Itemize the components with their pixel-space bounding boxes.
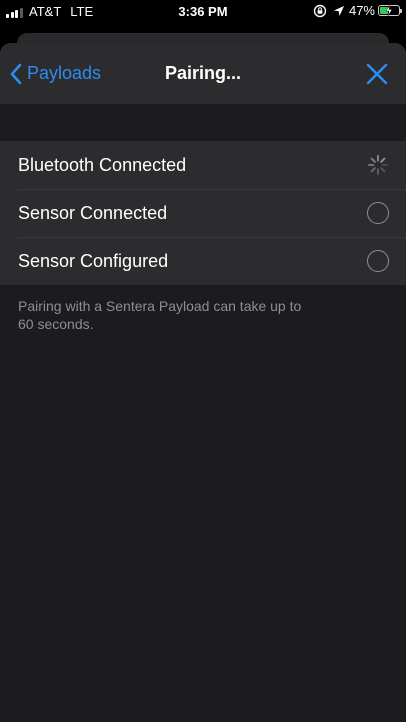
step-sensor-connected: Sensor Connected	[0, 189, 406, 237]
pairing-info-text: Pairing with a Sentera Payload can take …	[18, 298, 302, 332]
status-right: 47%	[313, 3, 402, 18]
step-sensor-configured: Sensor Configured	[0, 237, 406, 285]
screen: AT&T LTE 3:36 PM 47% Payloads Pairing...…	[0, 0, 406, 722]
spinner-icon	[368, 155, 388, 175]
step-label: Sensor Connected	[18, 202, 168, 223]
battery-charging-icon	[378, 5, 402, 16]
status-bar: AT&T LTE 3:36 PM 47%	[0, 0, 406, 24]
empty-circle-icon	[367, 202, 389, 224]
step-bluetooth-connected: Bluetooth Connected	[0, 141, 406, 189]
close-icon[interactable]	[365, 62, 389, 86]
battery-percent: 47%	[348, 3, 375, 18]
navigation-bar: Payloads Pairing...	[0, 43, 406, 104]
empty-circle-icon	[367, 250, 389, 272]
step-label: Sensor Configured	[18, 250, 169, 271]
pairing-sheet: Payloads Pairing... Bluetooth Connected …	[0, 43, 406, 722]
pairing-steps-list: Bluetooth Connected Sensor Connected Sen…	[0, 141, 406, 285]
orientation-lock-icon	[313, 4, 327, 17]
location-arrow-icon	[333, 5, 344, 16]
section-spacer	[0, 104, 406, 141]
page-title: Pairing...	[164, 63, 242, 83]
step-label: Bluetooth Connected	[18, 154, 187, 175]
